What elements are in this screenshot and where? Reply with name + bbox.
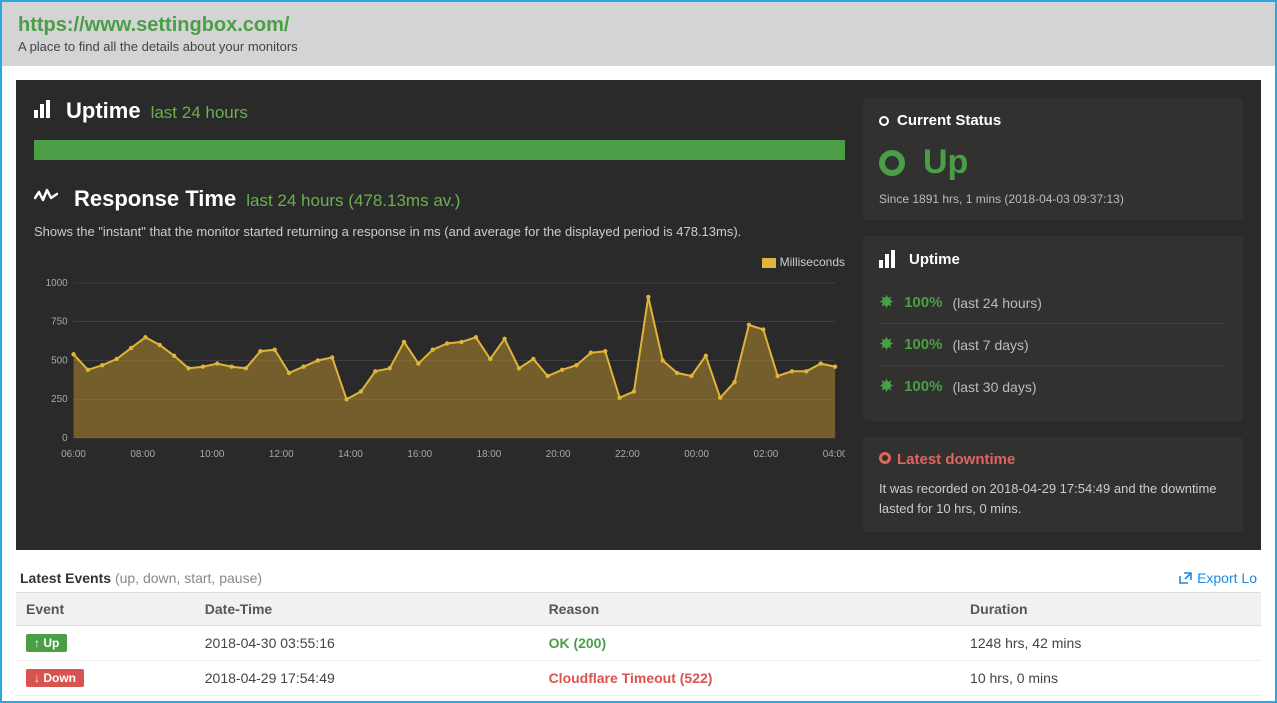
events-note: (up, down, start, pause) (115, 570, 262, 586)
response-subtitle: last 24 hours (478.13ms av.) (246, 191, 460, 211)
column-header: Event (16, 593, 195, 626)
svg-text:0: 0 (62, 433, 68, 444)
uptime-pct: 100% (904, 336, 942, 353)
uptime-card: Uptime ✸ 100% (last 24 hours) ✸ 100% (last 7 … (863, 236, 1243, 421)
chart-legend: Milliseconds (34, 255, 845, 269)
svg-text:02:00: 02:00 (754, 449, 779, 460)
uptime-subtitle: last 24 hours (151, 103, 248, 123)
uptime-pct: 100% (904, 378, 942, 395)
svg-text:750: 750 (51, 317, 68, 328)
events-title: Latest Events (20, 570, 111, 586)
svg-text:22:00: 22:00 (615, 449, 640, 460)
svg-text:04:00: 04:00 (823, 449, 845, 460)
status-value: Up (923, 143, 968, 182)
burst-icon: ✸ (879, 292, 894, 313)
uptime-bar (34, 140, 845, 160)
svg-text:14:00: 14:00 (338, 449, 363, 460)
current-status-card: Current Status Up Since 1891 hrs, 1 mins… (863, 98, 1243, 220)
response-chart[interactable]: 0 250 500 750 1000 06:00 08:00 10:00 12:00 14:00 1… (34, 273, 845, 463)
svg-text:20:00: 20:00 (546, 449, 571, 460)
svg-text:16:00: 16:00 (407, 449, 432, 460)
page-header: https://www.settingbox.com/ A place to f… (2, 2, 1275, 66)
events-section: Latest Events (up, down, start, pause) E… (16, 564, 1261, 696)
response-section: Response Time last 24 hours (478.13ms av… (34, 186, 845, 463)
event-duration: 10 hrs, 0 mins (960, 661, 1261, 696)
svg-text:06:00: 06:00 (61, 449, 86, 460)
site-subtitle: A place to find all the details about yo… (18, 39, 1259, 54)
legend-swatch (762, 258, 776, 268)
column-header: Reason (539, 593, 960, 626)
downtime-title: Latest downtime (897, 451, 1015, 468)
site-url[interactable]: https://www.settingbox.com/ (18, 14, 1259, 37)
svg-text:1000: 1000 (46, 278, 68, 289)
response-description: Shows the "instant" that the monitor sta… (34, 224, 845, 239)
current-status-label: Current Status (897, 112, 1001, 129)
event-datetime: 2018-04-29 17:54:49 (195, 661, 539, 696)
svg-text:250: 250 (51, 394, 68, 405)
export-logs-button[interactable]: Export Lo (1179, 570, 1257, 586)
uptime-pct: 100% (904, 294, 942, 311)
bars-icon (34, 100, 50, 118)
record-icon (879, 116, 889, 126)
svg-text:00:00: 00:00 (684, 449, 709, 460)
svg-text:08:00: 08:00 (130, 449, 155, 460)
event-badge: ↑ Up (26, 634, 67, 652)
event-datetime: 2018-04-30 03:55:16 (195, 626, 539, 661)
status-since: Since 1891 hrs, 1 mins (2018-04-03 09:37… (879, 192, 1227, 206)
column-header: Duration (960, 593, 1261, 626)
downtime-card: Latest downtime It was recorded on 2018-… (863, 437, 1243, 532)
uptime-period: (last 7 days) (952, 337, 1028, 353)
status-dot-icon (879, 150, 905, 176)
events-table: EventDate-TimeReasonDuration ↑ Up 2018-04… (16, 592, 1261, 696)
uptime-title: Uptime (66, 98, 141, 124)
burst-icon: ✸ (879, 334, 894, 355)
uptime-section: Uptime last 24 hours (34, 98, 845, 160)
uptime-period: (last 30 days) (952, 379, 1036, 395)
svg-text:18:00: 18:00 (477, 449, 502, 460)
uptime-period: (last 24 hours) (952, 295, 1041, 311)
svg-text:500: 500 (51, 355, 68, 366)
downtime-body: It was recorded on 2018-04-29 17:54:49 a… (879, 479, 1227, 518)
column-header: Date-Time (195, 593, 539, 626)
downtime-icon (879, 452, 891, 464)
dashboard-panel: Uptime last 24 hours Response Time last … (16, 80, 1261, 550)
response-title: Response Time (74, 186, 236, 212)
event-badge: ↓ Down (26, 669, 84, 687)
uptime-card-title: Uptime (909, 251, 960, 268)
uptime-row: ✸ 100% (last 7 days) (879, 323, 1227, 365)
table-row: ↓ Down 2018-04-29 17:54:49Cloudflare Time… (16, 661, 1261, 696)
bars-icon (879, 250, 895, 268)
uptime-row: ✸ 100% (last 24 hours) (879, 282, 1227, 323)
svg-text:12:00: 12:00 (269, 449, 294, 460)
event-duration: 1248 hrs, 42 mins (960, 626, 1261, 661)
svg-text:10:00: 10:00 (200, 449, 225, 460)
burst-icon: ✸ (879, 376, 894, 397)
uptime-row: ✸ 100% (last 30 days) (879, 365, 1227, 407)
pulse-icon (34, 186, 58, 212)
table-row: ↑ Up 2018-04-30 03:55:16OK (200)1248 hrs,… (16, 626, 1261, 661)
event-reason: OK (200) (539, 626, 960, 661)
event-reason: Cloudflare Timeout (522) (539, 661, 960, 696)
